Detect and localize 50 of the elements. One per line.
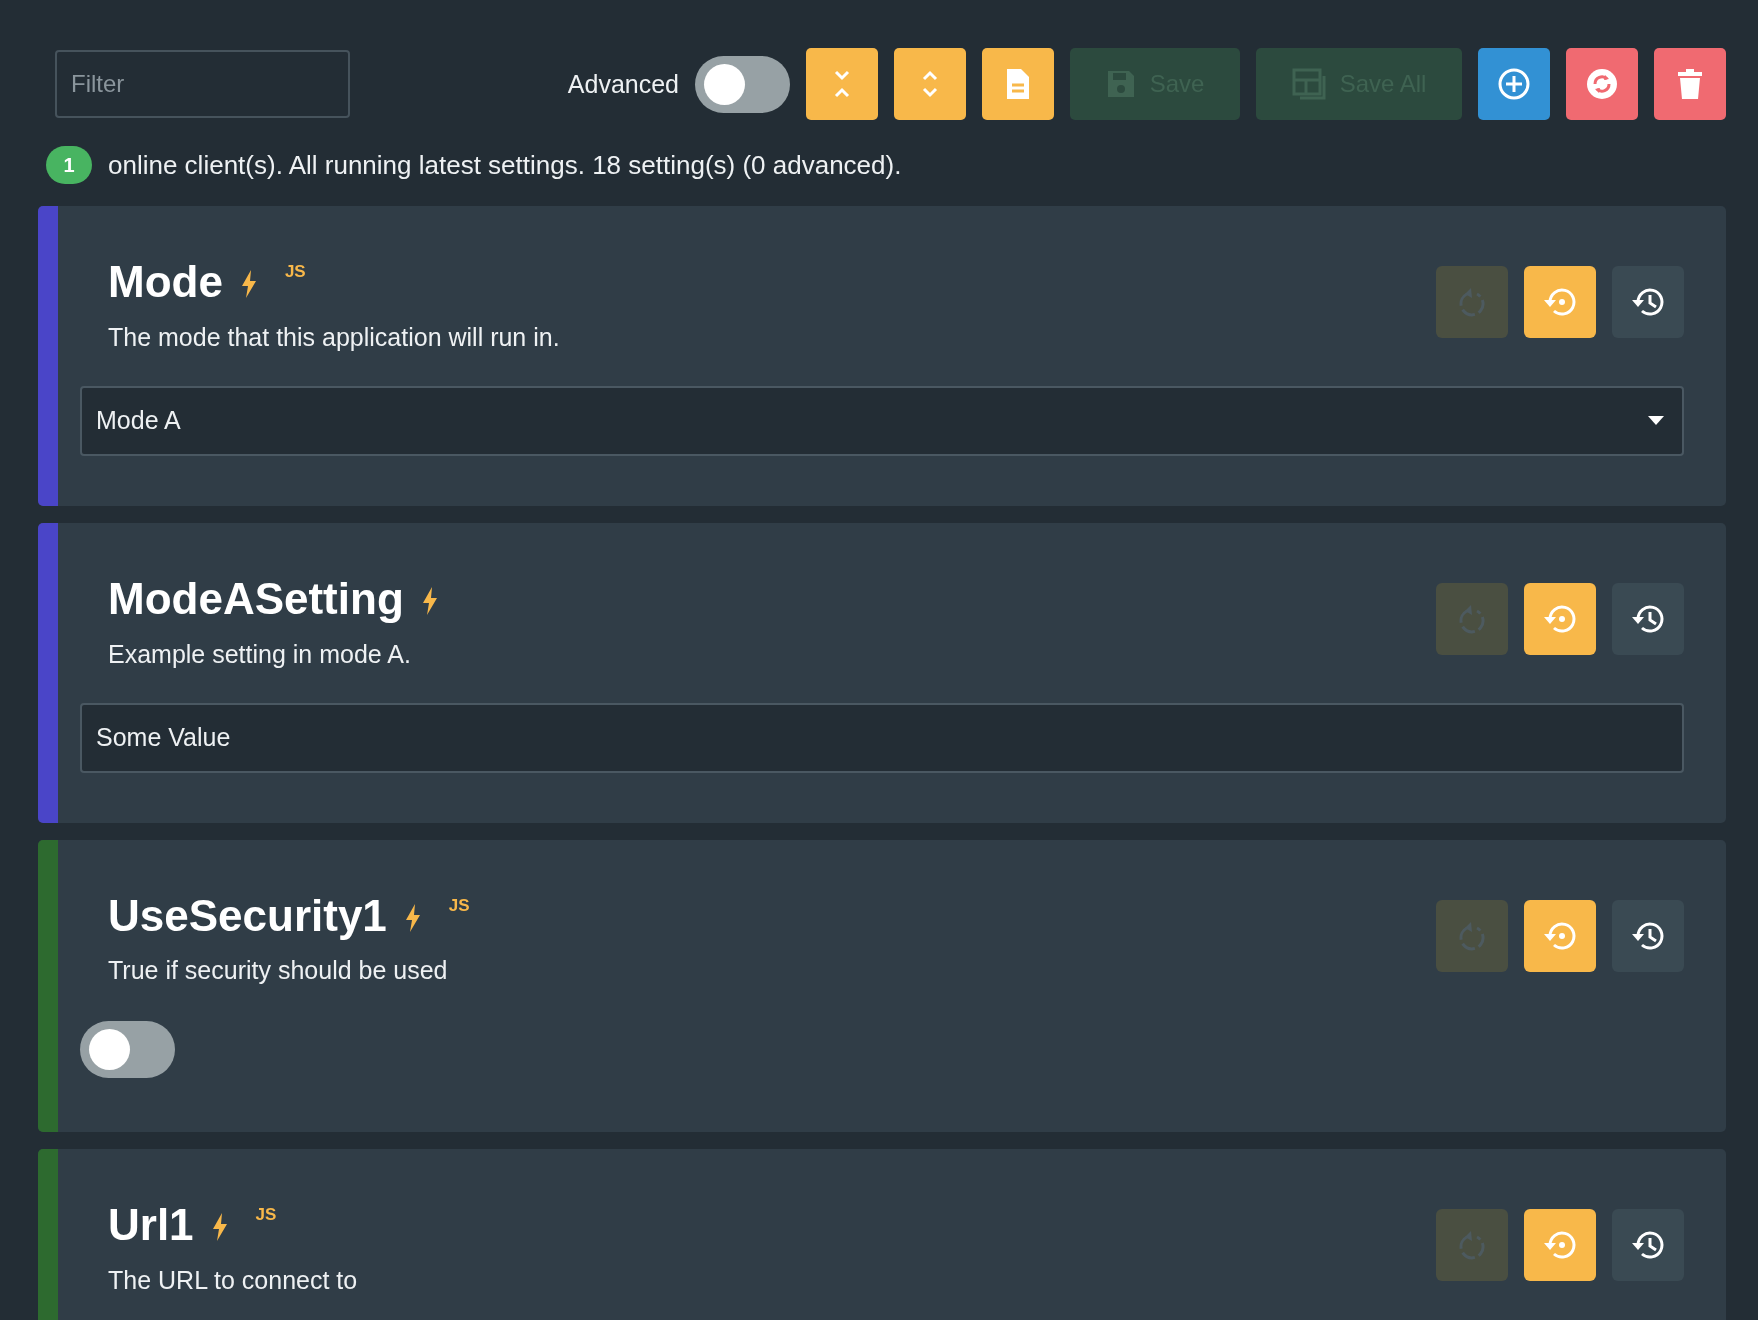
setting-title: ModeASetting xyxy=(108,572,404,625)
history-button[interactable] xyxy=(1612,266,1684,338)
history-button[interactable] xyxy=(1612,899,1684,972)
advanced-toggle[interactable] xyxy=(695,55,790,113)
js-label: JS xyxy=(448,895,470,916)
restore-button[interactable] xyxy=(1524,266,1596,338)
setting-title: Mode xyxy=(108,256,223,308)
restore-button[interactable] xyxy=(1524,582,1596,655)
trash-icon xyxy=(1677,68,1703,100)
setting-title: Url1 xyxy=(108,1199,194,1252)
select-field[interactable]: Mode A xyxy=(80,385,1684,456)
js-label: JS xyxy=(284,262,306,282)
dropdown-caret-icon xyxy=(1648,416,1664,426)
expand-icon xyxy=(921,69,939,99)
js-label: JS xyxy=(255,1205,277,1226)
add-button[interactable] xyxy=(1478,48,1550,120)
history-button[interactable] xyxy=(1612,1209,1684,1282)
document-button[interactable] xyxy=(982,48,1054,120)
lightning-icon xyxy=(404,903,421,932)
advanced-label: Advanced xyxy=(567,69,679,99)
add-icon xyxy=(1497,67,1531,101)
sync-icon xyxy=(1585,67,1619,101)
setting-description: The URL to connect to xyxy=(108,1266,359,1296)
filter-field[interactable]: Filter xyxy=(55,50,350,118)
panels-icon xyxy=(1291,68,1326,100)
undo-icon xyxy=(1457,1229,1487,1262)
restore-button[interactable] xyxy=(1524,899,1596,972)
delete-button[interactable] xyxy=(1654,48,1726,120)
history-icon xyxy=(1630,286,1666,318)
lightning-icon xyxy=(421,586,438,615)
status-text: online client(s). All running latest settings. 18 setting(s) (0 advanced). xyxy=(108,149,902,181)
restore-icon xyxy=(1542,1229,1578,1262)
setting-title: UseSecurity1 xyxy=(108,889,387,942)
client-count-badge: 1 xyxy=(46,146,92,184)
setting-description: Example setting in mode A. xyxy=(108,639,412,669)
setting-description: True if security should be used xyxy=(108,956,449,986)
text-field[interactable]: Some Value xyxy=(80,702,1684,773)
toggle-switch[interactable] xyxy=(80,1021,175,1079)
restore-icon xyxy=(1542,286,1578,318)
floppy-icon xyxy=(1105,69,1136,99)
history-icon xyxy=(1630,1229,1666,1262)
collapse-icon xyxy=(833,69,851,99)
document-icon xyxy=(1005,67,1031,101)
setting-description: The mode that this application will run in. xyxy=(108,322,561,352)
sync-button[interactable] xyxy=(1566,48,1638,120)
restore-button[interactable] xyxy=(1524,1209,1596,1282)
lightning-icon xyxy=(211,1213,228,1242)
lightning-icon xyxy=(240,270,257,298)
history-button[interactable] xyxy=(1612,582,1684,655)
undo-icon xyxy=(1457,286,1487,318)
